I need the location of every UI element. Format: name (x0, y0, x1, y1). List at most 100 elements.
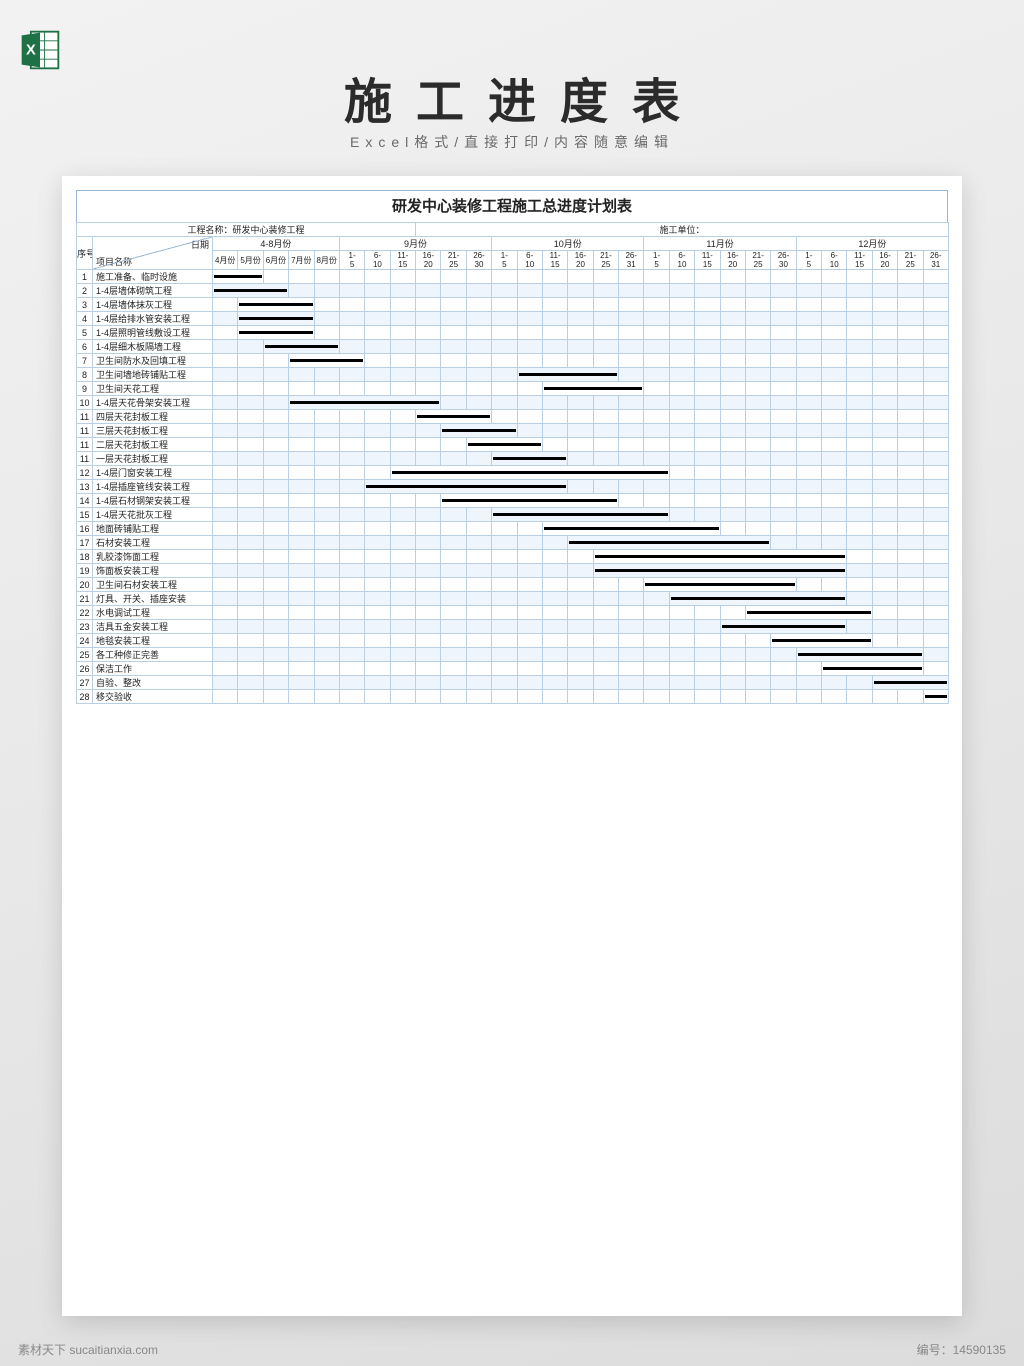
empty-cell (644, 396, 669, 410)
empty-cell (365, 368, 390, 382)
empty-cell (695, 284, 720, 298)
empty-cell (796, 354, 821, 368)
seq-cell: 16 (77, 522, 93, 536)
empty-cell (568, 452, 593, 466)
empty-cell (593, 284, 618, 298)
empty-cell (416, 354, 441, 368)
empty-cell (517, 606, 542, 620)
empty-cell (745, 298, 770, 312)
table-row: 101-4层天花骨架安装工程 (77, 396, 949, 410)
empty-cell (517, 662, 542, 676)
empty-cell (923, 424, 948, 438)
date-sub: 11-15 (695, 251, 720, 270)
empty-cell (923, 550, 948, 564)
empty-cell (517, 312, 542, 326)
gantt-bar-cell (822, 662, 924, 676)
seq-cell: 18 (77, 550, 93, 564)
empty-cell (441, 340, 466, 354)
empty-cell (872, 592, 897, 606)
project-name-cell: 工程名称：研发中心装修工程 (77, 223, 416, 237)
empty-cell (213, 340, 238, 354)
empty-cell (568, 270, 593, 284)
empty-cell (542, 662, 567, 676)
empty-cell (542, 438, 567, 452)
empty-cell (847, 564, 872, 578)
empty-cell (669, 662, 694, 676)
date-sub: 11-15 (542, 251, 567, 270)
gantt-table: 工程名称：研发中心装修工程施工单位：序号日期项目名称4-8月份9月份10月份11… (76, 222, 949, 704)
empty-cell (619, 298, 644, 312)
empty-cell (314, 284, 339, 298)
empty-cell (466, 396, 491, 410)
empty-cell (872, 550, 897, 564)
empty-cell (441, 634, 466, 648)
empty-cell (771, 536, 796, 550)
empty-cell (669, 648, 694, 662)
empty-cell (822, 452, 847, 466)
empty-cell (619, 284, 644, 298)
seq-cell: 21 (77, 592, 93, 606)
gantt-bar-cell (872, 676, 948, 690)
gantt-bar (798, 653, 922, 656)
gantt-bar-cell (416, 410, 492, 424)
empty-cell (796, 438, 821, 452)
empty-cell (441, 606, 466, 620)
empty-cell (771, 480, 796, 494)
empty-cell (339, 592, 364, 606)
empty-cell (213, 368, 238, 382)
empty-cell (745, 494, 770, 508)
gantt-bar (493, 513, 668, 516)
empty-cell (847, 508, 872, 522)
table-row: 25各工种修正完善 (77, 648, 949, 662)
empty-cell (213, 508, 238, 522)
empty-cell (923, 466, 948, 480)
page-title: 施工进度表 (0, 62, 1024, 132)
empty-cell (593, 410, 618, 424)
empty-cell (441, 438, 466, 452)
gantt-bar (214, 289, 287, 292)
empty-cell (669, 424, 694, 438)
empty-cell (542, 270, 567, 284)
empty-cell (517, 564, 542, 578)
empty-cell (771, 438, 796, 452)
empty-cell (923, 298, 948, 312)
empty-cell (517, 578, 542, 592)
empty-cell (619, 452, 644, 466)
gantt-bar (569, 541, 769, 544)
empty-cell (238, 676, 263, 690)
empty-cell (669, 634, 694, 648)
empty-cell (441, 284, 466, 298)
date-sub: 11-15 (847, 251, 872, 270)
empty-cell (847, 522, 872, 536)
empty-cell (289, 424, 314, 438)
empty-cell (213, 620, 238, 634)
empty-cell (517, 298, 542, 312)
empty-cell (847, 592, 872, 606)
empty-cell (542, 424, 567, 438)
empty-cell (898, 578, 923, 592)
date-sub: 21-25 (745, 251, 770, 270)
empty-cell (898, 424, 923, 438)
empty-cell (923, 536, 948, 550)
empty-cell (339, 452, 364, 466)
empty-cell (822, 494, 847, 508)
empty-cell (695, 606, 720, 620)
empty-cell (365, 522, 390, 536)
empty-cell (263, 410, 288, 424)
empty-cell (289, 382, 314, 396)
gantt-bar (468, 443, 541, 446)
empty-cell (339, 410, 364, 424)
empty-cell (796, 676, 821, 690)
empty-cell (492, 634, 517, 648)
empty-cell (238, 396, 263, 410)
empty-cell (416, 550, 441, 564)
empty-cell (314, 564, 339, 578)
empty-cell (745, 270, 770, 284)
empty-cell (263, 648, 288, 662)
empty-cell (213, 634, 238, 648)
empty-cell (745, 452, 770, 466)
empty-cell (619, 592, 644, 606)
empty-cell (796, 312, 821, 326)
empty-cell (644, 690, 669, 704)
empty-cell (339, 368, 364, 382)
